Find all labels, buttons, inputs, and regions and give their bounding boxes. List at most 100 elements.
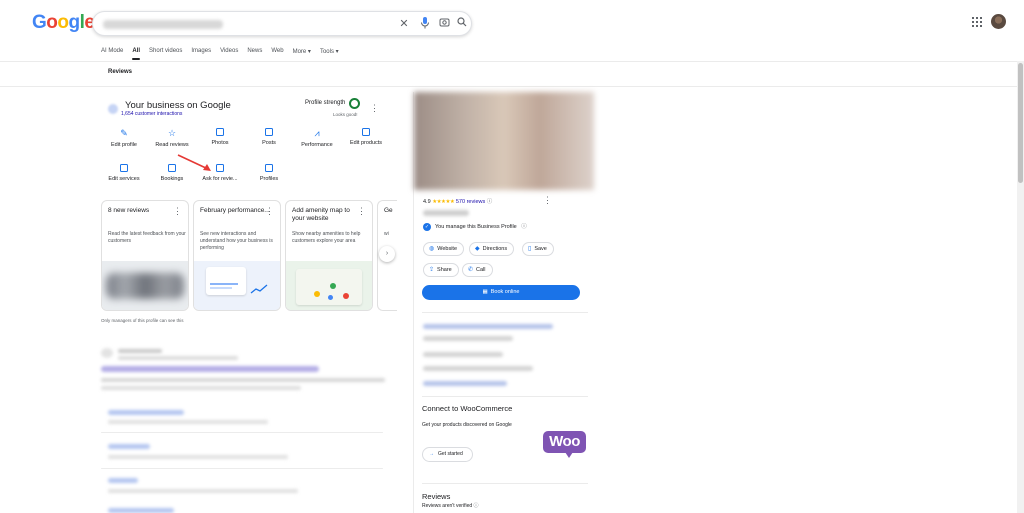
card-description: Show nearby amenities to help customers …: [292, 231, 361, 244]
tab-images[interactable]: Images: [191, 48, 211, 55]
panel-divider: [422, 396, 588, 397]
scrollbar-thumb[interactable]: [1018, 63, 1023, 183]
card-description: Read the latest feedback from your custo…: [108, 231, 186, 244]
tab-all[interactable]: All: [132, 48, 140, 60]
phone-icon: ✆: [468, 267, 474, 273]
reviews-count-link[interactable]: 570 reviews: [456, 199, 485, 205]
star-comment-icon: ☆: [167, 128, 177, 138]
share-button[interactable]: ⇪ Share: [423, 263, 459, 277]
card-description: wi: [384, 231, 389, 237]
trending-icon: ⩘: [314, 128, 320, 138]
business-photos[interactable]: [414, 92, 594, 190]
reviews-not-verified: Reviews aren't verified ⓘ: [422, 503, 479, 509]
card-menu-icon[interactable]: ⋮: [173, 207, 182, 216]
card-menu-icon[interactable]: ⋮: [265, 207, 274, 216]
card-performance[interactable]: February performance... ⋮ See new intera…: [193, 200, 281, 311]
share-icon: ⇪: [429, 267, 435, 273]
verified-check-icon: ✓: [423, 222, 431, 231]
card-title: Ge: [384, 207, 393, 214]
get-started-button[interactable]: → Get started: [422, 447, 473, 462]
panel-divider: [422, 312, 588, 313]
directions-button[interactable]: ◆ Directions: [469, 242, 515, 256]
card-amenity-map[interactable]: Add amenity map to your website ⋮ Show n…: [285, 200, 373, 311]
tab-short-videos[interactable]: Short videos: [149, 48, 182, 55]
managers-only-note: Only managers of this profile can see th…: [101, 318, 184, 323]
calendar-icon: ▦: [482, 289, 488, 295]
search-icon[interactable]: [455, 17, 469, 31]
profile-strength-label: Profile strength: [305, 100, 346, 106]
book-online-button[interactable]: ▦ Book online: [422, 285, 580, 300]
photos-button[interactable]: Photos: [196, 128, 244, 146]
arrow-right-icon: →: [429, 451, 434, 457]
star-rating-icon: ★★★★★: [432, 199, 455, 205]
google-logo[interactable]: Google: [32, 12, 95, 34]
info-icon[interactable]: ⓘ: [487, 199, 493, 205]
globe-icon: ◍: [429, 246, 435, 252]
rating-value: 4.9: [423, 199, 431, 205]
search-query-redacted: [103, 20, 223, 29]
performance-button[interactable]: ⩘ Performance: [293, 128, 341, 148]
manage-profile-row: ✓ You manage this Business Profile ⓘ: [423, 222, 527, 231]
microphone-icon[interactable]: [418, 17, 432, 31]
business-title: Your business on Google: [125, 100, 231, 111]
filter-divider: [0, 86, 1024, 87]
profiles-button[interactable]: Profiles: [245, 164, 293, 182]
woocommerce-heading: Connect to WooCommerce: [422, 404, 513, 413]
pencil-icon: ✎: [120, 128, 128, 138]
tab-ai-mode[interactable]: AI Mode: [101, 48, 123, 55]
profiles-icon: [265, 164, 273, 172]
lens-icon[interactable]: [437, 17, 451, 31]
card-description: See new interactions and understand how …: [200, 231, 273, 251]
search-input[interactable]: ✕: [92, 11, 472, 36]
post-icon: [265, 128, 273, 136]
card-menu-icon[interactable]: ⋮: [357, 207, 366, 216]
panel-more-icon[interactable]: ⋮: [543, 196, 552, 205]
image-icon: [216, 128, 224, 136]
carousel-next-button[interactable]: ›: [379, 246, 395, 262]
woocommerce-logo: Woo: [543, 431, 586, 458]
list-icon: [120, 164, 128, 172]
profile-strength-ring: [349, 98, 360, 109]
card-title: February performance...: [200, 207, 270, 214]
card-title: Add amenity map to your website: [292, 207, 350, 222]
edit-products-button[interactable]: Edit products: [342, 128, 390, 146]
read-reviews-button[interactable]: ☆ Read reviews: [148, 128, 196, 148]
tab-videos[interactable]: Videos: [220, 48, 238, 55]
card-image-map: [286, 261, 372, 310]
tabs-divider: [0, 61, 1024, 62]
card-image-performance: [194, 261, 280, 310]
card-image-reviews: [102, 261, 188, 310]
card-new-reviews[interactable]: 8 new reviews ⋮ Read the latest feedback…: [101, 200, 189, 311]
info-icon[interactable]: ⓘ: [521, 224, 527, 230]
call-button[interactable]: ✆ Call: [462, 263, 493, 277]
panel-divider: [422, 483, 588, 484]
directions-icon: ◆: [475, 246, 480, 252]
edit-profile-button[interactable]: ✎ Edit profile: [100, 128, 148, 148]
woocommerce-subtext: Get your products discovered on Google: [422, 422, 512, 428]
customer-interactions-link[interactable]: 1,654 customer interactions: [121, 111, 182, 117]
tab-web[interactable]: Web: [271, 48, 283, 55]
bookmark-icon: ▯: [528, 246, 532, 252]
posts-button[interactable]: Posts: [245, 128, 293, 146]
shopping-bag-icon: [362, 128, 370, 136]
tab-more[interactable]: More ▾: [293, 48, 311, 55]
red-arrow-annotation: [177, 154, 211, 171]
tab-news[interactable]: News: [247, 48, 262, 55]
info-icon[interactable]: ⓘ: [474, 503, 479, 509]
tab-tools[interactable]: Tools ▾: [320, 48, 339, 55]
save-button[interactable]: ▯ Save: [522, 242, 554, 256]
looks-good-text: Looks good!: [333, 112, 358, 117]
apps-grid-icon[interactable]: [972, 17, 984, 29]
website-button[interactable]: ◍ Website: [423, 242, 465, 256]
close-icon[interactable]: ✕: [397, 17, 411, 31]
edit-services-button[interactable]: Edit services: [100, 164, 148, 182]
blurred-category: [423, 210, 469, 216]
filter-reviews[interactable]: Reviews: [108, 69, 132, 75]
review-request-icon: [216, 164, 224, 172]
calendar-icon: [168, 164, 176, 172]
more-options-icon[interactable]: ⋮: [370, 104, 379, 113]
reviews-heading: Reviews: [422, 492, 451, 501]
business-icon: [108, 104, 118, 114]
account-avatar[interactable]: [991, 14, 1006, 29]
rating-row: 4.9 ★★★★★ 570 reviews ⓘ: [423, 197, 492, 205]
